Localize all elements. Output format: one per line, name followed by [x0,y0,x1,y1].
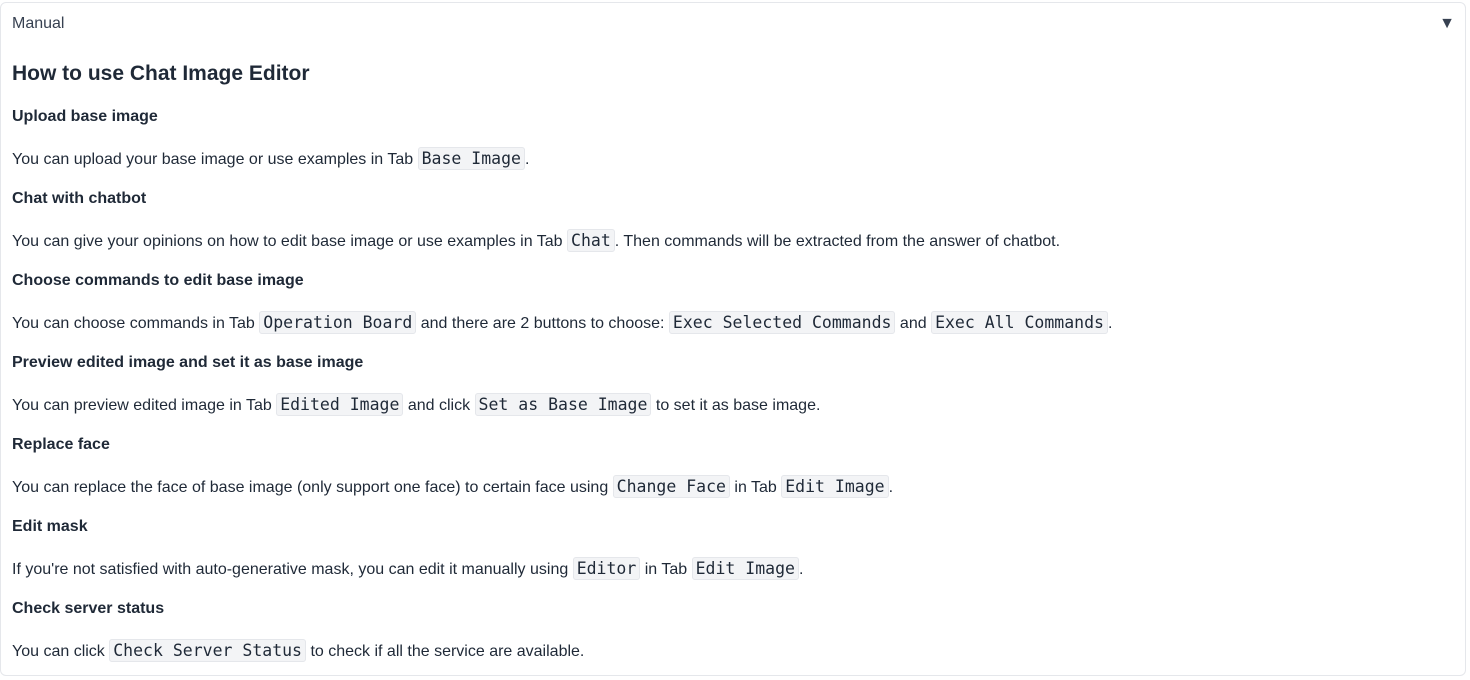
text-run: to check if all the service are availabl… [306,643,585,660]
text-run: and [895,315,932,332]
text-run: You can replace the face of base image (… [12,479,613,496]
code-tab-edit-image: Edit Image [781,475,889,498]
section-heading: Preview edited image and set it as base … [12,354,364,371]
text-run: in Tab [640,561,692,578]
code-check-server-status: Check Server Status [109,639,306,662]
section-text: If you're not satisfied with auto-genera… [12,556,803,583]
text-run: to set it as base image. [651,397,821,414]
manual-title: How to use Chat Image Editor [12,62,310,85]
code-tab-edited-image: Edited Image [276,393,404,416]
text-run: and there are 2 buttons to choose: [416,315,669,332]
code-change-face: Change Face [612,475,730,498]
manual-accordion: Manual ▼ How to use Chat Image Editor Up… [0,2,1466,676]
section-text: You can replace the face of base image (… [12,474,893,501]
section-text: You can upload your base image or use ex… [12,146,529,173]
text-run: You can upload your base image or use ex… [12,151,418,168]
section-heading: Replace face [12,436,110,453]
code-tab-operation-board: Operation Board [259,311,417,334]
code-tab-chat: Chat [567,229,615,252]
text-run: . [1107,315,1113,332]
text-run: . [524,151,530,168]
section-heading: Choose commands to edit base image [12,272,304,289]
accordion-header[interactable]: Manual ▼ [1,3,1465,47]
text-run: You can give your opinions on how to edi… [12,233,568,250]
text-run: You can choose commands in Tab [12,315,260,332]
code-editor: Editor [572,557,641,580]
text-run: and click [403,397,475,414]
code-exec-all-commands: Exec All Commands [931,311,1108,334]
section-text: You can click Check Server Status to che… [12,638,584,665]
section-text: You can choose commands in Tab Operation… [12,310,1112,337]
code-tab-base-image: Base Image [417,147,525,170]
accordion-label: Manual [12,15,65,32]
code-tab-edit-image: Edit Image [691,557,799,580]
section-text: You can preview edited image in Tab Edit… [12,392,820,419]
section-heading: Chat with chatbot [12,190,147,207]
text-run: . Then commands will be extracted from t… [614,233,1061,250]
text-run: If you're not satisfied with auto-genera… [12,561,573,578]
text-run: in Tab [729,479,782,496]
text-run: You can preview edited image in Tab [12,397,277,414]
section-text: You can give your opinions on how to edi… [12,228,1060,255]
code-exec-selected-commands: Exec Selected Commands [668,311,896,334]
section-heading: Upload base image [12,108,158,125]
text-run: . [888,479,894,496]
section-heading: Check server status [12,600,165,617]
text-run: . [798,561,804,578]
triangle-down-icon[interactable]: ▼ [1439,14,1455,34]
code-set-as-base-image: Set as Base Image [474,393,652,416]
text-run: You can click [12,643,110,660]
section-heading: Edit mask [12,518,88,535]
